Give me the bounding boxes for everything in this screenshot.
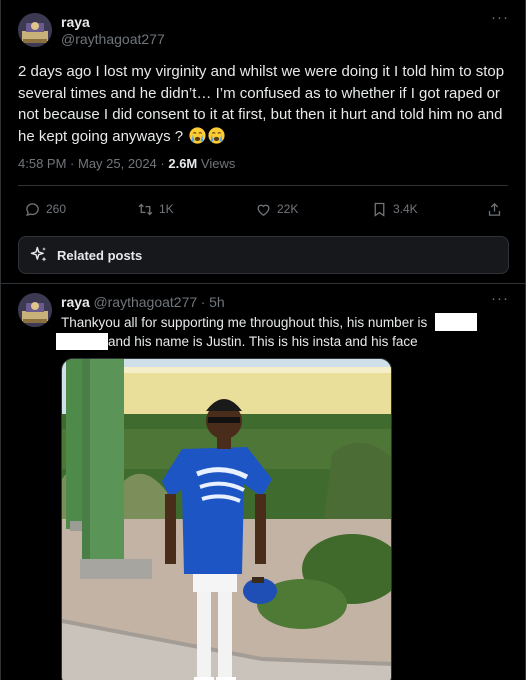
reply-time[interactable]: 5h [209, 294, 225, 310]
reply-text-part-2: and his name is Justin. This is his inst… [108, 334, 418, 349]
crying-face-emoji-icon [189, 126, 206, 144]
post-date[interactable]: May 25, 2024 [78, 156, 157, 171]
redaction-box [56, 333, 108, 350]
avatar[interactable] [18, 293, 52, 327]
post-metadata: 4:58 PM · May 25, 2024 · 2.6M Views [18, 156, 235, 171]
meta-dot: · [200, 294, 206, 310]
post-text: 2 days ago I lost my virginity and whils… [18, 61, 514, 147]
more-options-icon[interactable]: ··· [491, 290, 509, 307]
post-time[interactable]: 4:58 PM [18, 156, 66, 171]
post-text-body: 2 days ago I lost my virginity and whils… [18, 63, 505, 145]
repost-button[interactable]: 1K [137, 195, 174, 223]
avatar[interactable] [18, 13, 52, 47]
views-label: Views [200, 156, 236, 171]
views-count: 2.6M [168, 156, 198, 171]
bookmark-icon [374, 202, 385, 217]
divider [18, 185, 508, 186]
related-posts-button[interactable]: Related posts [18, 236, 509, 274]
like-count: 22K [277, 202, 299, 216]
share-button[interactable] [486, 195, 503, 223]
tweet-thread: raya @raythagoat277 ··· 2 days ago I los… [0, 0, 526, 680]
reply-text: Thankyou all for supporting me throughou… [56, 313, 509, 351]
related-posts-label: Related posts [57, 247, 143, 263]
author-name[interactable]: raya [61, 14, 90, 30]
share-icon [488, 202, 501, 216]
reply-icon [26, 202, 39, 216]
reply-button[interactable]: 260 [24, 195, 66, 223]
reply-count: 260 [46, 202, 67, 216]
repost-count: 1K [159, 202, 174, 216]
author-name[interactable]: raya [61, 294, 90, 310]
redaction-box [434, 313, 477, 331]
author-handle[interactable]: @raythagoat277 [93, 294, 197, 310]
meta-dot: · [70, 156, 78, 171]
divider [1, 283, 525, 284]
post-photo[interactable] [61, 358, 392, 680]
reply-header: raya @raythagoat277 · 5h [61, 294, 225, 310]
action-bar: 260 1K 22K 3.4K [18, 195, 508, 223]
bookmark-count: 3.4K [393, 202, 418, 216]
photo-image [62, 359, 391, 680]
sparkle-icon [30, 246, 47, 262]
author-handle[interactable]: @raythagoat277 [61, 31, 165, 47]
bookmark-button[interactable]: 3.4K [371, 195, 418, 223]
reply-text-part-1: Thankyou all for supporting me throughou… [61, 315, 428, 330]
crying-face-emoji-icon [208, 126, 225, 144]
more-options-icon[interactable]: ··· [491, 9, 509, 26]
repost-icon [138, 203, 153, 215]
like-button[interactable]: 22K [255, 195, 298, 223]
heart-icon [257, 204, 270, 216]
